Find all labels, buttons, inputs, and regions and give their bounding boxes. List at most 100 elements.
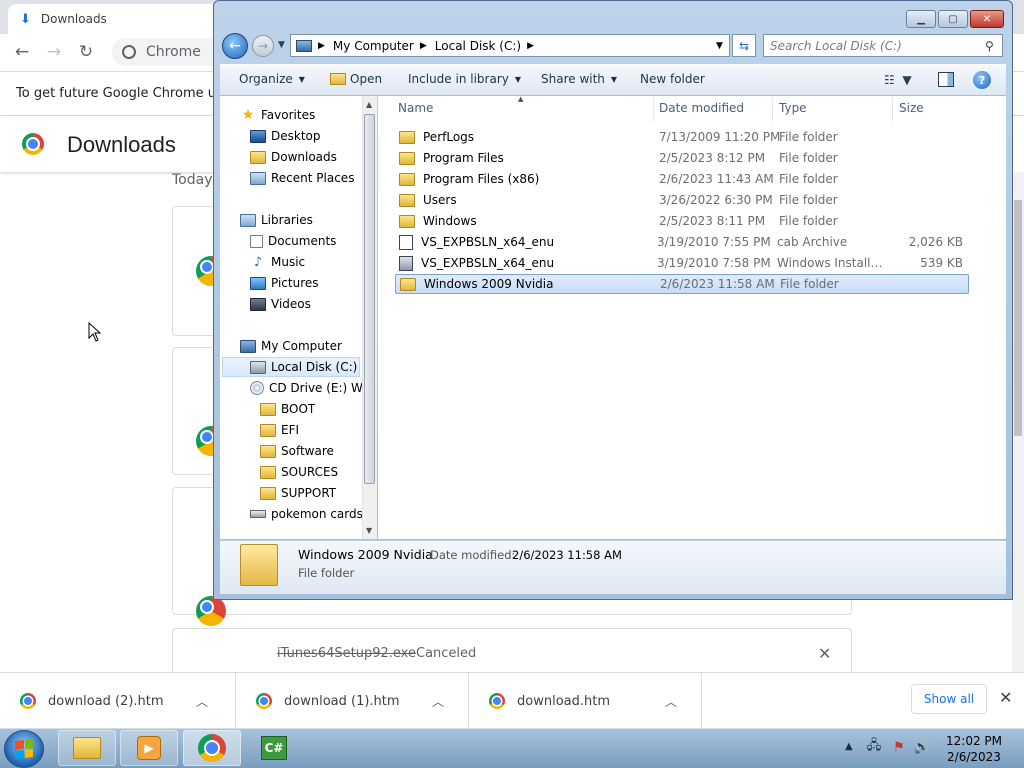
nav-software[interactable]: Software — [260, 441, 334, 461]
remove-icon[interactable]: ✕ — [818, 644, 831, 663]
shelf-item[interactable]: download (1).htm ︿ — [236, 673, 469, 729]
nav-downloads[interactable]: Downloads — [250, 147, 337, 167]
help-icon[interactable]: ? — [973, 71, 991, 89]
back-arrow-icon[interactable]: ← — [10, 40, 34, 64]
file-row[interactable]: VS_EXPBSLN_x64_enu 3/19/2010 7:58 PM Windo… — [395, 253, 969, 273]
breadcrumb-chevron-icon[interactable]: ▶ — [420, 41, 427, 51]
file-row[interactable]: Program Files (x86) 2/6/2023 11:43 AM File… — [395, 169, 969, 189]
download-card-canceled — [172, 628, 852, 678]
maximize-button[interactable]: ▢ — [938, 10, 968, 28]
scroll-up-icon[interactable]: ▲ — [366, 100, 372, 109]
file-date: 3/19/2010 7:55 PM — [657, 235, 771, 249]
back-arrow-icon[interactable]: ← — [222, 33, 248, 59]
network-icon[interactable]: 🖧 — [866, 738, 882, 755]
clock[interactable]: 12:02 PM 2/6/2023 — [940, 733, 1008, 765]
chevron-up-icon[interactable]: ︿ — [196, 693, 208, 710]
scrollbar-thumb[interactable] — [1014, 200, 1022, 436]
nav-label: Music — [271, 255, 306, 269]
dropdown-arrow-icon: ▼ — [514, 74, 522, 84]
minimize-button[interactable]: ▁ — [906, 10, 936, 28]
column-header-type[interactable]: Type — [779, 101, 807, 115]
file-name: VS_EXPBSLN_x64_enu — [421, 256, 555, 270]
change-view-icon[interactable]: ☷ ▼ — [884, 73, 912, 87]
file-row[interactable]: PerfLogs 7/13/2009 11:20 PM File folder — [395, 127, 969, 147]
shelf-item[interactable]: download (2).htm ︿ — [0, 673, 236, 729]
clock-date: 2/6/2023 — [947, 750, 1001, 764]
show-all-button[interactable]: Show all — [911, 684, 987, 714]
file-row-selected[interactable]: Windows 2009 Nvidia 2/6/2023 11:58 AM File… — [395, 274, 969, 294]
nav-efi[interactable]: EFI — [260, 420, 299, 440]
nav-cd-drive[interactable]: CD Drive (E:) WIN — [250, 378, 362, 398]
organize-button[interactable]: Organize ▼ — [239, 72, 305, 86]
close-icon[interactable]: ✕ — [999, 688, 1012, 707]
nav-label: SOURCES — [281, 465, 339, 479]
file-row[interactable]: Users 3/26/2022 6:30 PM File folder — [395, 190, 969, 210]
folder-icon — [240, 544, 278, 586]
close-button[interactable]: ✕ — [970, 10, 1004, 28]
page-title: Downloads — [67, 132, 176, 157]
open-button[interactable]: Open — [330, 72, 382, 86]
column-header-size[interactable]: Size — [899, 101, 924, 115]
nav-desktop[interactable]: Desktop — [250, 126, 321, 146]
start-button[interactable] — [4, 730, 44, 768]
search-input[interactable]: Search Local Disk (C:) — [763, 34, 1003, 57]
canceled-file-name[interactable]: iTunes64Setup92.exe — [277, 646, 416, 661]
nav-my-computer[interactable]: My Computer — [240, 336, 342, 356]
taskbar-media-player[interactable]: ▶ — [120, 730, 178, 766]
column-header-date[interactable]: Date modified — [659, 101, 744, 115]
nav-usb-drive[interactable]: pokemon cards ( — [250, 504, 362, 524]
breadcrumb-my-computer[interactable]: My Computer — [333, 39, 414, 53]
file-type: File folder — [779, 151, 838, 165]
download-status: Canceled — [416, 646, 477, 661]
breadcrumb-chevron-icon[interactable]: ▶ — [318, 41, 325, 51]
nav-favorites[interactable]: ★ Favorites — [240, 105, 316, 125]
chevron-up-icon[interactable]: ︿ — [665, 693, 677, 710]
nav-label: CD Drive (E:) WIN — [269, 381, 362, 395]
column-divider[interactable] — [772, 97, 773, 121]
nav-music[interactable]: ♪ Music — [250, 252, 305, 272]
chevron-up-icon[interactable]: ︿ — [432, 693, 444, 710]
column-header-name[interactable]: Name — [398, 101, 433, 115]
refresh-icon[interactable]: ⇆ — [732, 34, 756, 57]
breadcrumb-chevron-icon[interactable]: ▶ — [527, 41, 534, 51]
preview-pane-icon[interactable] — [938, 72, 954, 87]
nav-local-disk[interactable]: Local Disk (C:) — [222, 357, 360, 377]
address-bar[interactable]: ▶ My Computer ▶ Local Disk (C:) ▶ — [290, 34, 730, 57]
nav-support[interactable]: SUPPORT — [260, 483, 336, 503]
breadcrumb-local-disk[interactable]: Local Disk (C:) — [435, 39, 521, 53]
share-with-button[interactable]: Share with ▼ — [541, 72, 617, 86]
nav-libraries[interactable]: Libraries — [240, 210, 313, 230]
file-row[interactable]: VS_EXPBSLN_x64_enu 3/19/2010 7:55 PM cab A… — [395, 232, 969, 252]
folder-icon — [399, 172, 415, 186]
file-row[interactable]: Program Files 2/5/2023 8:12 PM File folder — [395, 148, 969, 168]
nav-scrollbar-thumb[interactable] — [364, 114, 375, 484]
column-divider[interactable] — [653, 97, 654, 121]
music-icon: ♪ — [253, 254, 263, 270]
taskbar-chrome[interactable] — [183, 730, 241, 766]
chrome-tab-downloads[interactable]: ⬇ Downloads — [8, 4, 218, 34]
action-center-icon[interactable]: ⚑ — [891, 739, 907, 755]
nav-boot[interactable]: BOOT — [260, 399, 315, 419]
forward-arrow-icon[interactable]: → — [42, 40, 66, 64]
new-folder-button[interactable]: New folder — [640, 72, 705, 86]
include-in-library-button[interactable]: Include in library ▼ — [408, 72, 521, 86]
address-dropdown-icon[interactable]: ▼ — [716, 41, 723, 51]
nav-sources[interactable]: SOURCES — [260, 462, 338, 482]
scroll-down-icon[interactable]: ▼ — [366, 526, 372, 535]
reload-icon[interactable]: ↻ — [74, 40, 98, 64]
column-divider[interactable] — [892, 97, 893, 121]
search-icon[interactable]: ⚲ — [985, 39, 994, 53]
nav-documents[interactable]: Documents — [250, 231, 336, 251]
file-row[interactable]: Windows 2/5/2023 8:11 PM File folder — [395, 211, 969, 231]
taskbar-explorer[interactable] — [58, 730, 116, 766]
shelf-item[interactable]: download.htm ︿ — [469, 673, 702, 729]
volume-icon[interactable]: 🔊 — [914, 739, 930, 755]
show-hidden-icons-icon[interactable]: ▲ — [845, 741, 853, 752]
forward-arrow-icon[interactable]: → — [252, 35, 274, 57]
nav-pictures[interactable]: Pictures — [250, 273, 319, 293]
nav-videos[interactable]: Videos — [250, 294, 311, 314]
taskbar-csharp[interactable]: C# — [245, 730, 303, 766]
recent-pages-dropdown-icon[interactable]: ▼ — [278, 40, 285, 50]
nav-recent-places[interactable]: Recent Places — [250, 168, 354, 188]
nav-label: Local Disk (C:) — [271, 360, 358, 374]
